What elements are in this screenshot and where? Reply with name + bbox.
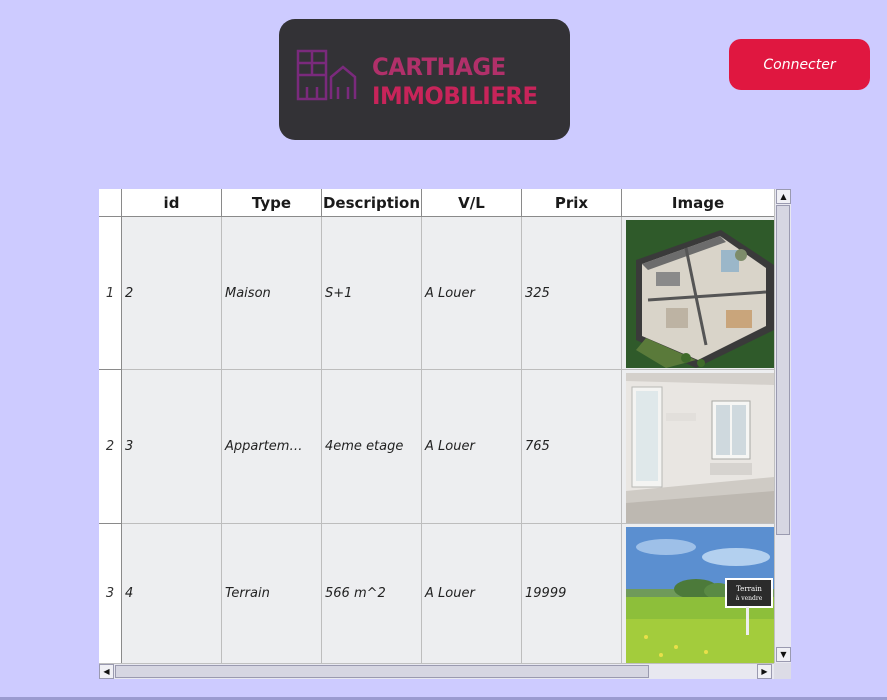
horizontal-scrollbar[interactable]: ◀ ▶ bbox=[99, 663, 774, 679]
column-header-prix[interactable]: Prix bbox=[522, 189, 622, 217]
cell-type[interactable]: Terrain bbox=[222, 524, 322, 663]
cell-prix[interactable]: 765 bbox=[522, 370, 622, 524]
sign-line-1: Terrain bbox=[736, 585, 762, 593]
vertical-scroll-thumb[interactable] bbox=[776, 205, 790, 535]
apartment-interior-image bbox=[626, 373, 774, 523]
sign-line-2: à vendre bbox=[736, 595, 763, 602]
logo-line-2: IMMOBILIERE bbox=[372, 82, 538, 110]
cell-image[interactable]: Terrain à vendre bbox=[622, 524, 774, 663]
cell-description[interactable]: S+1 bbox=[322, 217, 422, 370]
cell-vl[interactable]: A Louer bbox=[422, 217, 522, 370]
connect-button[interactable]: Connecter bbox=[729, 39, 870, 90]
horizontal-scroll-thumb[interactable] bbox=[115, 665, 649, 678]
cell-image[interactable] bbox=[622, 370, 774, 524]
cell-prix[interactable]: 19999 bbox=[522, 524, 622, 663]
cell-image[interactable] bbox=[622, 217, 774, 370]
column-header-description[interactable]: Description bbox=[322, 189, 422, 217]
cell-id[interactable]: 2 bbox=[122, 217, 222, 370]
row-header[interactable]: 1 bbox=[99, 217, 122, 370]
row-header[interactable]: 2 bbox=[99, 370, 122, 524]
house-3d-plan-image bbox=[626, 220, 774, 368]
building-icon bbox=[296, 49, 357, 101]
cell-vl[interactable]: A Louer bbox=[422, 524, 522, 663]
row-header[interactable]: 3 bbox=[99, 524, 122, 663]
scroll-corner bbox=[774, 663, 791, 679]
land-field-image: Terrain à vendre bbox=[626, 527, 774, 663]
cell-prix[interactable]: 325 bbox=[522, 217, 622, 370]
scroll-up-arrow-icon[interactable]: ▲ bbox=[776, 189, 791, 204]
column-header-image[interactable]: Image bbox=[622, 189, 774, 217]
scroll-right-arrow-icon[interactable]: ▶ bbox=[757, 664, 772, 679]
column-header-id[interactable]: id bbox=[122, 189, 222, 217]
cell-type[interactable]: Appartem… bbox=[222, 370, 322, 524]
table-corner-header bbox=[99, 189, 122, 217]
cell-description[interactable]: 566 m^2 bbox=[322, 524, 422, 663]
column-header-vl[interactable]: V/L bbox=[422, 189, 522, 217]
cell-id[interactable]: 3 bbox=[122, 370, 222, 524]
cell-vl[interactable]: A Louer bbox=[422, 370, 522, 524]
cell-type[interactable]: Maison bbox=[222, 217, 322, 370]
scroll-left-arrow-icon[interactable]: ◀ bbox=[99, 664, 114, 679]
vertical-scrollbar[interactable]: ▲ ▼ bbox=[774, 189, 791, 663]
column-header-type[interactable]: Type bbox=[222, 189, 322, 217]
properties-table: id Type Description V/L Prix Image 1 2 M… bbox=[99, 189, 791, 679]
cell-description[interactable]: 4eme etage bbox=[322, 370, 422, 524]
scroll-down-arrow-icon[interactable]: ▼ bbox=[776, 647, 791, 662]
logo: CARTHAGE IMMOBILIERE bbox=[279, 19, 570, 140]
logo-text: CARTHAGE IMMOBILIERE bbox=[372, 53, 538, 111]
cell-id[interactable]: 4 bbox=[122, 524, 222, 663]
logo-line-1: CARTHAGE bbox=[372, 53, 506, 81]
